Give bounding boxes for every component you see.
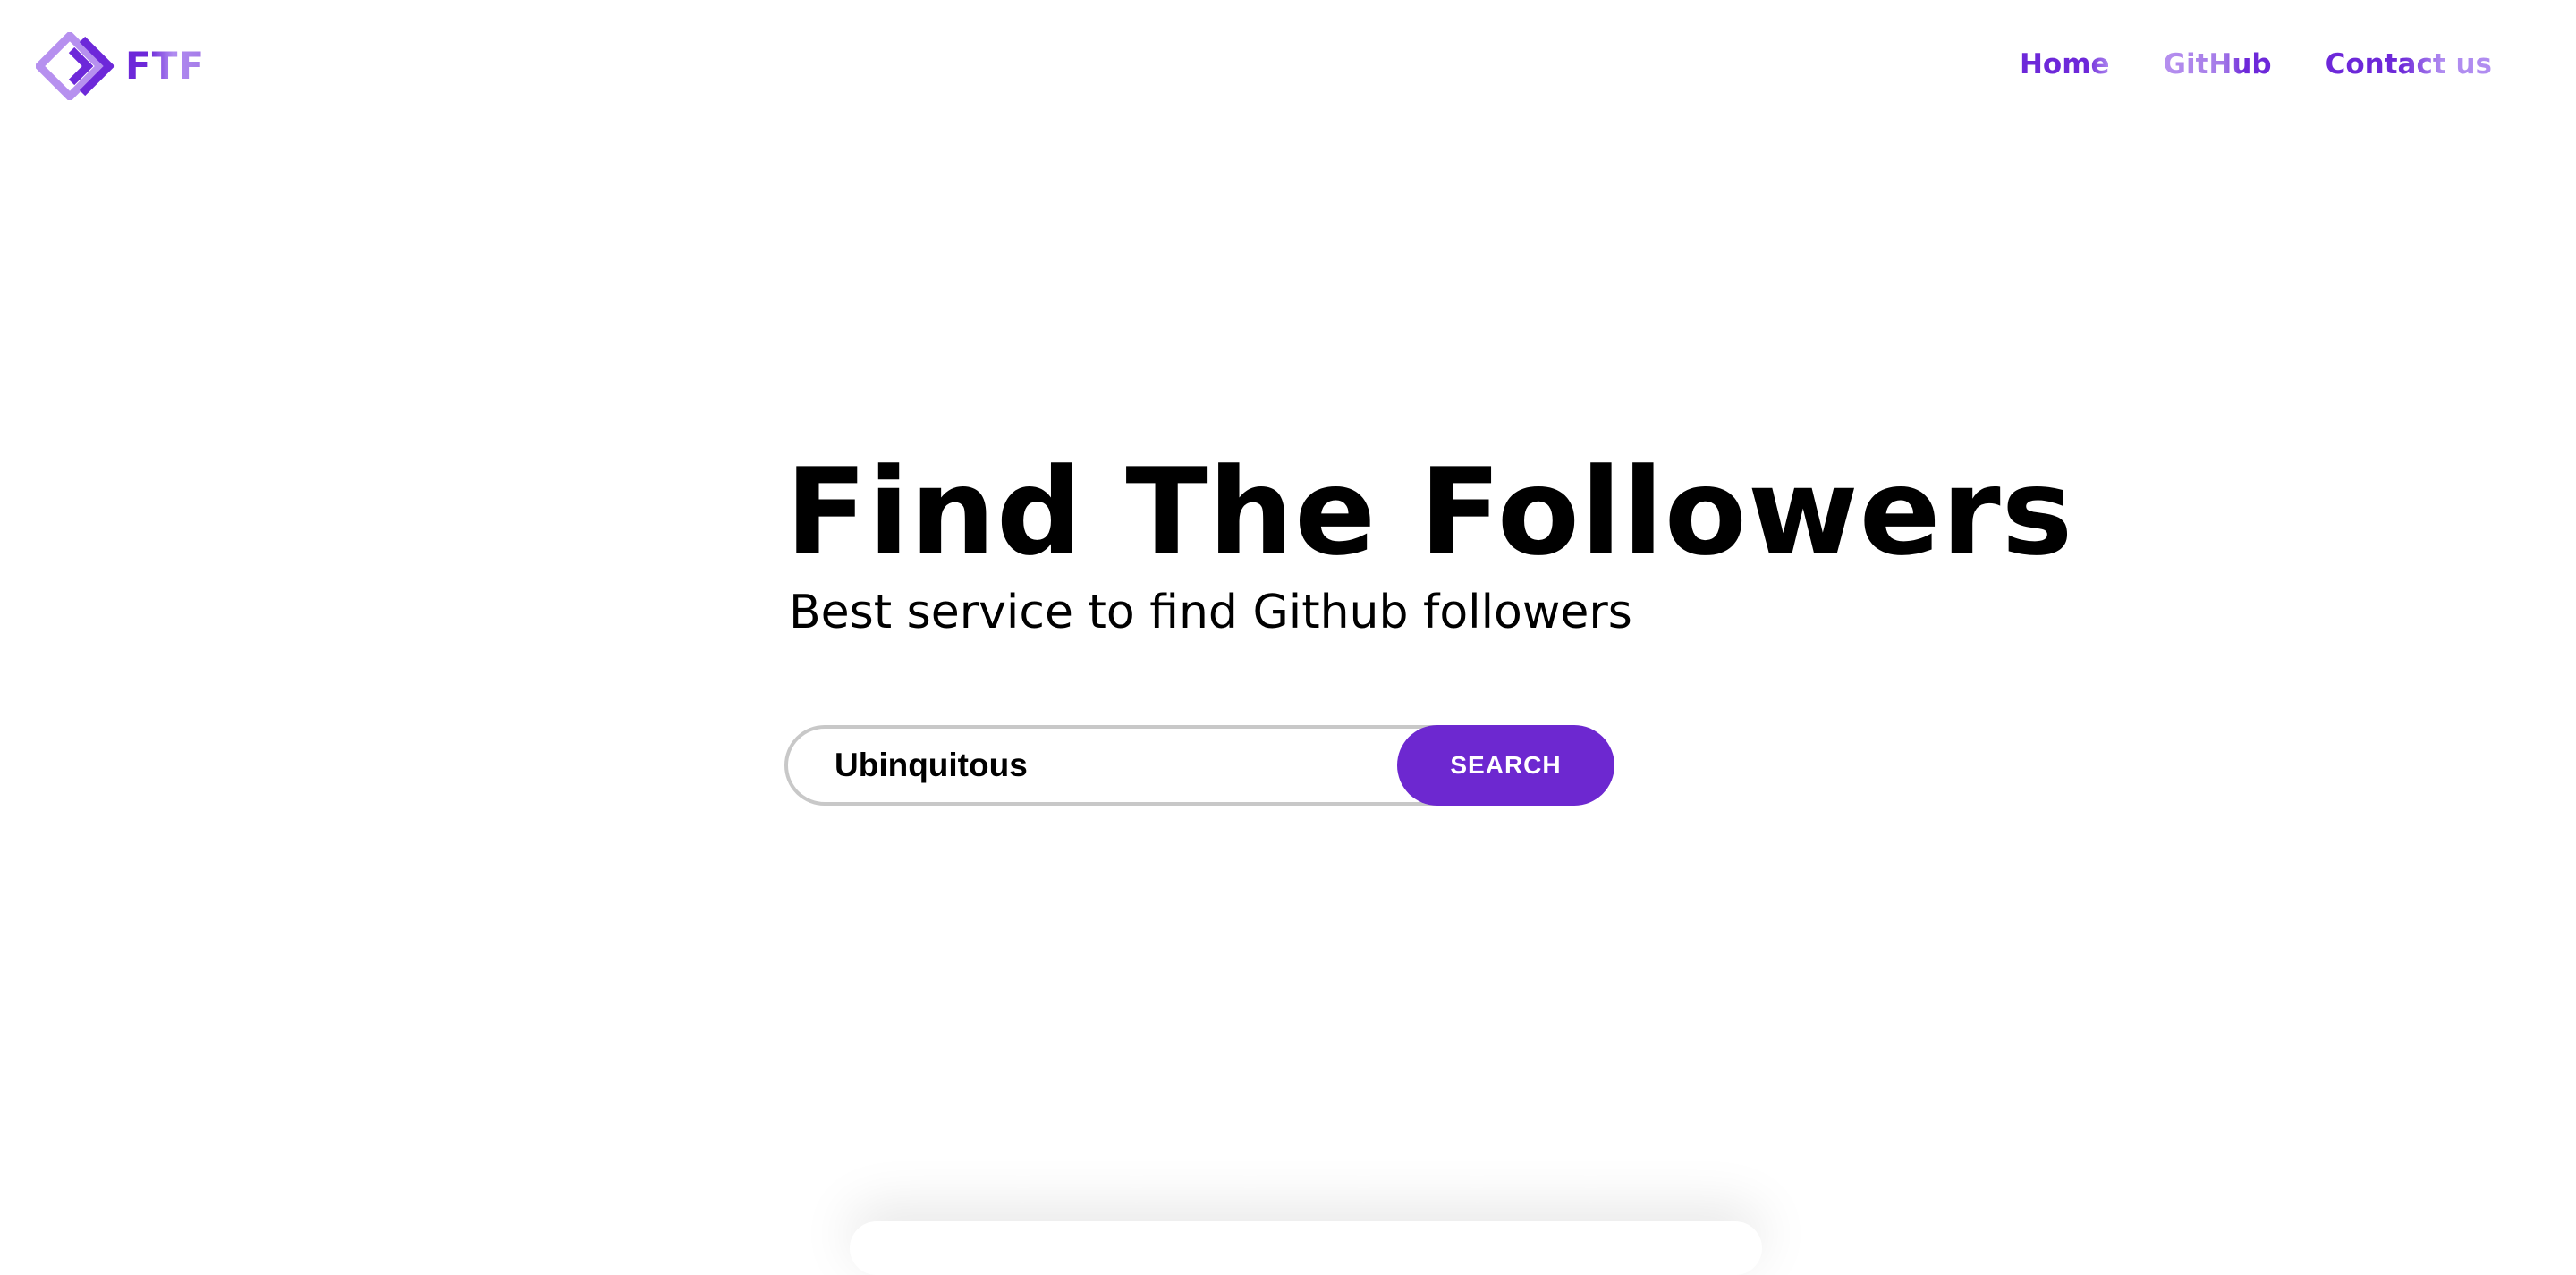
logo-text: FTF — [125, 44, 206, 88]
username-search-input[interactable] — [784, 725, 1482, 806]
nav-home-link[interactable]: Home — [2020, 45, 2110, 84]
site-logo[interactable]: FTF — [36, 32, 205, 100]
hero-section: Find The Followers Best service to find … — [785, 443, 2074, 640]
search-form: SEARCH — [784, 725, 1614, 806]
search-button[interactable]: SEARCH — [1397, 725, 1614, 806]
nav-github-link[interactable]: GitHub — [2164, 45, 2272, 84]
results-card-shadow — [850, 1221, 1762, 1275]
page-title: Find The Followers — [785, 443, 2074, 582]
page-subtitle: Best service to find Github followers — [789, 586, 1632, 639]
main-nav: Home GitHub Contact us — [2020, 45, 2492, 84]
double-diamond-logo-icon — [36, 32, 115, 100]
nav-contact-link[interactable]: Contact us — [2326, 45, 2492, 84]
